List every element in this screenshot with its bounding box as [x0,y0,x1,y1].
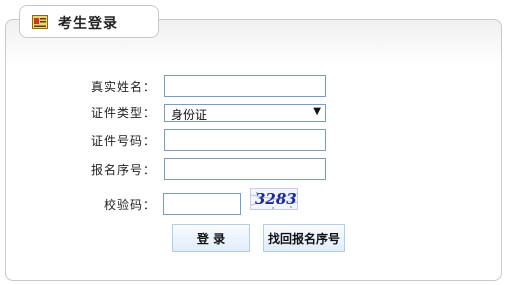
captcha-input[interactable] [163,193,241,215]
captcha-text: 3283 [255,190,297,208]
id-type-selected-value: 身份证 [171,108,208,122]
recover-registration-number-button[interactable]: 找回报名序号 [263,224,345,252]
captcha-label: 校验码： [103,198,156,212]
id-type-label: 证件类型： [90,106,156,120]
id-number-input[interactable] [164,129,326,151]
registration-number-input[interactable] [164,158,326,180]
id-number-label: 证件号码： [90,134,156,148]
captcha-image[interactable]: 3283 [250,188,298,210]
real-name-input[interactable] [164,75,326,97]
page-title: 考生登录 [58,16,118,32]
id-type-select[interactable]: 身份证 ▼ [164,104,326,122]
login-header-tab: 考生登录 [19,5,159,38]
dropdown-arrow-icon[interactable]: ▼ [313,106,321,117]
login-button[interactable]: 登 录 [172,224,250,252]
registration-number-label: 报名序号： [90,163,156,177]
login-card-icon [32,14,48,29]
real-name-label: 真实姓名： [90,80,156,94]
